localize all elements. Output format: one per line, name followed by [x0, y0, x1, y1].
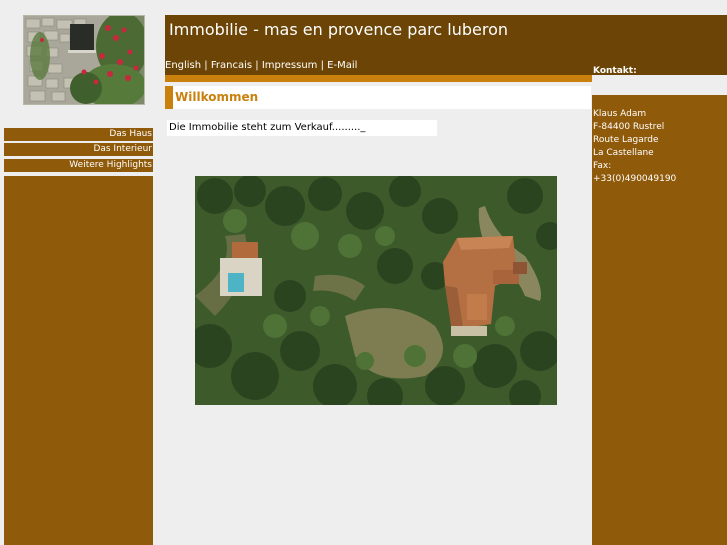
left-sidebar-panel — [4, 176, 153, 545]
separator: | — [204, 60, 208, 71]
welcome-accent-bar — [165, 86, 173, 109]
house-wall-photo — [23, 15, 145, 105]
nav-das-haus[interactable]: Das Haus — [4, 128, 153, 141]
nav-weitere-highlights[interactable]: Weitere Highlights — [4, 159, 153, 172]
sale-notice: Die Immobilie steht zum Verkauf.........… — [169, 122, 365, 134]
site-title: Immobilie - mas en provence parc luberon — [169, 20, 509, 39]
link-email[interactable]: E-Mail — [327, 60, 357, 71]
link-impressum[interactable]: Impressum — [262, 60, 318, 71]
contact-details: Klaus Adam F-84400 Rustrel Route Lagarde… — [593, 108, 676, 186]
separator: | — [255, 60, 259, 71]
language-nav: English | Francais | Impressum | E-Mail — [165, 59, 357, 73]
contact-fax-label: Fax: — [593, 161, 612, 171]
nav-das-interieur[interactable]: Das Interieur — [4, 143, 153, 156]
contact-name: Klaus Adam — [593, 109, 647, 119]
sale-notice-cursor: _ — [360, 122, 366, 133]
contact-place: La Castellane — [593, 148, 654, 158]
welcome-title: Willkommen — [175, 90, 259, 104]
link-francais[interactable]: Francais — [211, 60, 252, 71]
aerial-property-photo — [195, 176, 557, 405]
link-english[interactable]: English — [165, 60, 201, 71]
contact-heading: Kontakt: — [593, 66, 637, 76]
contact-postal: F-84400 Rustrel — [593, 122, 665, 132]
contact-street: Route Lagarde — [593, 135, 659, 145]
header-divider — [165, 75, 592, 82]
sale-notice-text: Die Immobilie steht zum Verkauf......... — [169, 122, 361, 133]
separator: | — [320, 60, 324, 71]
contact-fax-number: +33(0)490049190 — [593, 174, 677, 184]
